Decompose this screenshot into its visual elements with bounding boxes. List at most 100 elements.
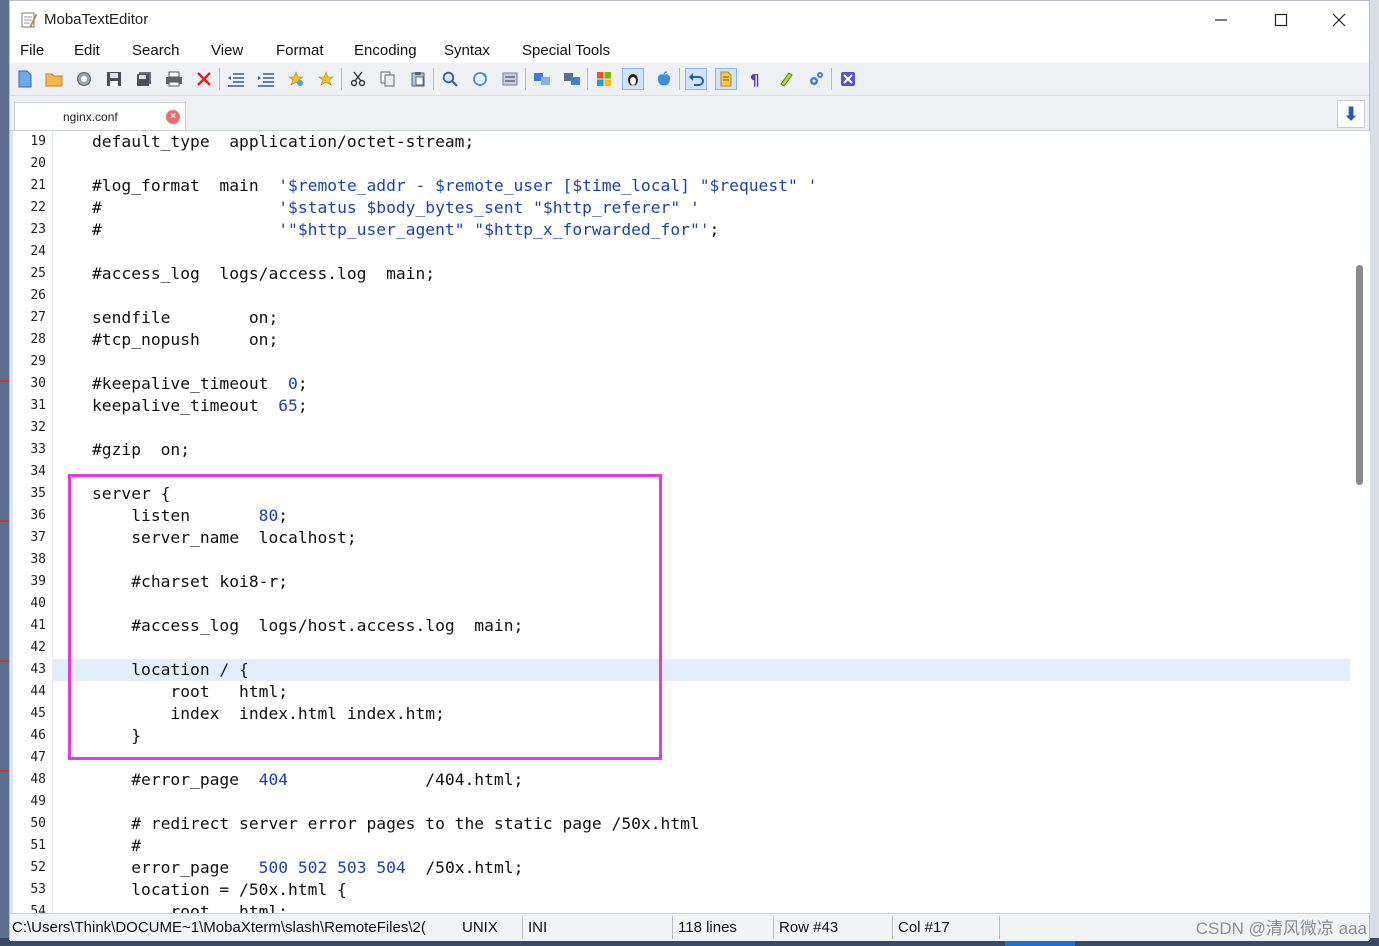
- highlight-button[interactable]: [775, 68, 797, 90]
- bookmark-toggle-button[interactable]: [285, 68, 307, 90]
- toolbar: ¶: [10, 63, 1369, 96]
- compare-button[interactable]: [531, 68, 553, 90]
- vertical-scrollbar[interactable]: [1350, 131, 1370, 913]
- menu-format[interactable]: Format: [276, 42, 324, 59]
- code-line[interactable]: 26: [30, 285, 1350, 307]
- outdent-button[interactable]: [225, 68, 247, 90]
- copy-button[interactable]: [377, 68, 399, 90]
- unix-format-button[interactable]: [622, 68, 644, 90]
- line-number: 24: [30, 244, 46, 259]
- windows-format-button[interactable]: [593, 68, 615, 90]
- tab-close-icon[interactable]: ×: [166, 110, 180, 124]
- app-icon: [21, 12, 38, 28]
- code-text: #: [92, 836, 142, 855]
- cut-button[interactable]: [347, 68, 369, 90]
- pilcrow-icon: ¶: [750, 71, 760, 87]
- show-symbols-button[interactable]: ¶: [745, 68, 767, 90]
- menu-syntax[interactable]: Syntax: [444, 42, 490, 59]
- line-number: 26: [30, 288, 46, 303]
- duplicate-window-button[interactable]: [561, 68, 583, 90]
- minimize-icon: [1215, 19, 1227, 21]
- code-line[interactable]: 24: [30, 241, 1350, 263]
- code-editor[interactable]: 19 default_type application/octet-stream;…: [10, 131, 1350, 913]
- code-line[interactable]: 25 #access_log logs/access.log main;: [30, 263, 1350, 285]
- mac-format-button[interactable]: [653, 68, 675, 90]
- line-number: 31: [30, 398, 46, 413]
- menu-encoding[interactable]: Encoding: [354, 42, 417, 59]
- paste-button[interactable]: [407, 68, 429, 90]
- open-file-button[interactable]: [43, 68, 65, 90]
- menu-search[interactable]: Search: [132, 42, 180, 59]
- svg-text:¶: ¶: [750, 71, 760, 87]
- code-text: #access_log logs/access.log main;: [92, 264, 436, 283]
- code-line[interactable]: 48 #error_page 404 /404.html;: [30, 769, 1350, 791]
- line-number: 37: [30, 530, 46, 545]
- highlighter-pen-icon: [780, 72, 793, 87]
- code-line[interactable]: 29: [30, 351, 1350, 373]
- code-text: # redirect server error pages to the sta…: [92, 814, 700, 833]
- scrollbar-thumb[interactable]: [1356, 265, 1363, 485]
- code-line[interactable]: 23 # '"$http_user_agent" "$http_x_forward…: [30, 219, 1350, 241]
- code-line[interactable]: 50 # redirect server error pages to the …: [30, 813, 1350, 835]
- outdent-icon: [228, 73, 244, 87]
- code-line[interactable]: 21 #log_format main '$remote_addr - $remo…: [30, 175, 1350, 197]
- code-text: sendfile on;: [92, 308, 279, 327]
- find-button[interactable]: [439, 68, 461, 90]
- status-row: Row #43: [779, 919, 839, 936]
- code-text: root html;: [92, 902, 289, 913]
- gear-icon: [810, 72, 823, 85]
- code-text: default_type application/octet-stream;: [92, 132, 475, 151]
- line-number: 54: [30, 904, 46, 913]
- code-text: error_page 500 502 503 504 /50x.html;: [92, 858, 524, 877]
- close-file-button[interactable]: [193, 68, 215, 90]
- line-number: 29: [30, 354, 46, 369]
- scissors-icon: [350, 71, 366, 87]
- settings-button[interactable]: [805, 68, 827, 90]
- code-line[interactable]: 51 #: [30, 835, 1350, 857]
- indent-button[interactable]: [255, 68, 277, 90]
- code-line[interactable]: 52 error_page 500 502 503 504 /50x.html;: [30, 857, 1350, 879]
- goto-line-button[interactable]: [499, 68, 521, 90]
- code-line[interactable]: 33 #gzip on;: [30, 439, 1350, 461]
- search-icon: [442, 71, 458, 87]
- windows-logo-icon: [597, 72, 611, 86]
- watermark-text: CSDN @清风微凉 aaa: [1195, 919, 1367, 938]
- minimize-button[interactable]: [1192, 1, 1250, 39]
- code-line[interactable]: 28 #tcp_nopush on;: [30, 329, 1350, 351]
- menu-edit[interactable]: Edit: [74, 42, 100, 59]
- code-line[interactable]: 22 # '$status $body_bytes_sent "$http_ref…: [30, 197, 1350, 219]
- code-line[interactable]: 54 root html;: [30, 901, 1350, 913]
- find-replace-button[interactable]: [469, 68, 491, 90]
- menu-file[interactable]: File: [20, 42, 44, 59]
- indent-icon: [258, 73, 274, 87]
- close-button[interactable]: [1310, 1, 1368, 39]
- code-line[interactable]: 20: [30, 153, 1350, 175]
- code-line[interactable]: 32: [30, 417, 1350, 439]
- code-line[interactable]: 53 location = /50x.html {: [30, 879, 1350, 901]
- tab-list-button[interactable]: ⬇: [1337, 100, 1365, 128]
- undo-button[interactable]: [685, 68, 707, 90]
- folder-open-icon: [45, 73, 63, 87]
- maximize-button[interactable]: [1252, 1, 1310, 39]
- save-button[interactable]: [103, 68, 125, 90]
- bookmark-next-button[interactable]: [315, 68, 337, 90]
- reload-button[interactable]: [73, 68, 95, 90]
- word-wrap-button[interactable]: [715, 68, 737, 90]
- save-all-button[interactable]: [133, 68, 155, 90]
- code-text: # '$status $body_bytes_sent "$http_refer…: [92, 198, 700, 217]
- title-bar: MobaTextEditor: [10, 1, 1369, 39]
- code-line[interactable]: 31 keepalive_timeout 65;: [30, 395, 1350, 417]
- code-line[interactable]: 30 #keepalive_timeout 0;: [30, 373, 1350, 395]
- tab-nginx-conf[interactable]: nginx.conf ×: [14, 102, 186, 130]
- menu-special-tools[interactable]: Special Tools: [522, 42, 610, 59]
- line-number: 50: [30, 816, 46, 831]
- line-number: 45: [30, 706, 46, 721]
- print-button[interactable]: [163, 68, 185, 90]
- new-file-button[interactable]: [14, 68, 36, 90]
- exit-button[interactable]: [837, 68, 859, 90]
- code-line[interactable]: 49: [30, 791, 1350, 813]
- arrow-down-icon: ⬇: [1343, 104, 1359, 124]
- menu-view[interactable]: View: [211, 42, 243, 59]
- code-line[interactable]: 27 sendfile on;: [30, 307, 1350, 329]
- code-line[interactable]: 19 default_type application/octet-stream;: [30, 131, 1350, 153]
